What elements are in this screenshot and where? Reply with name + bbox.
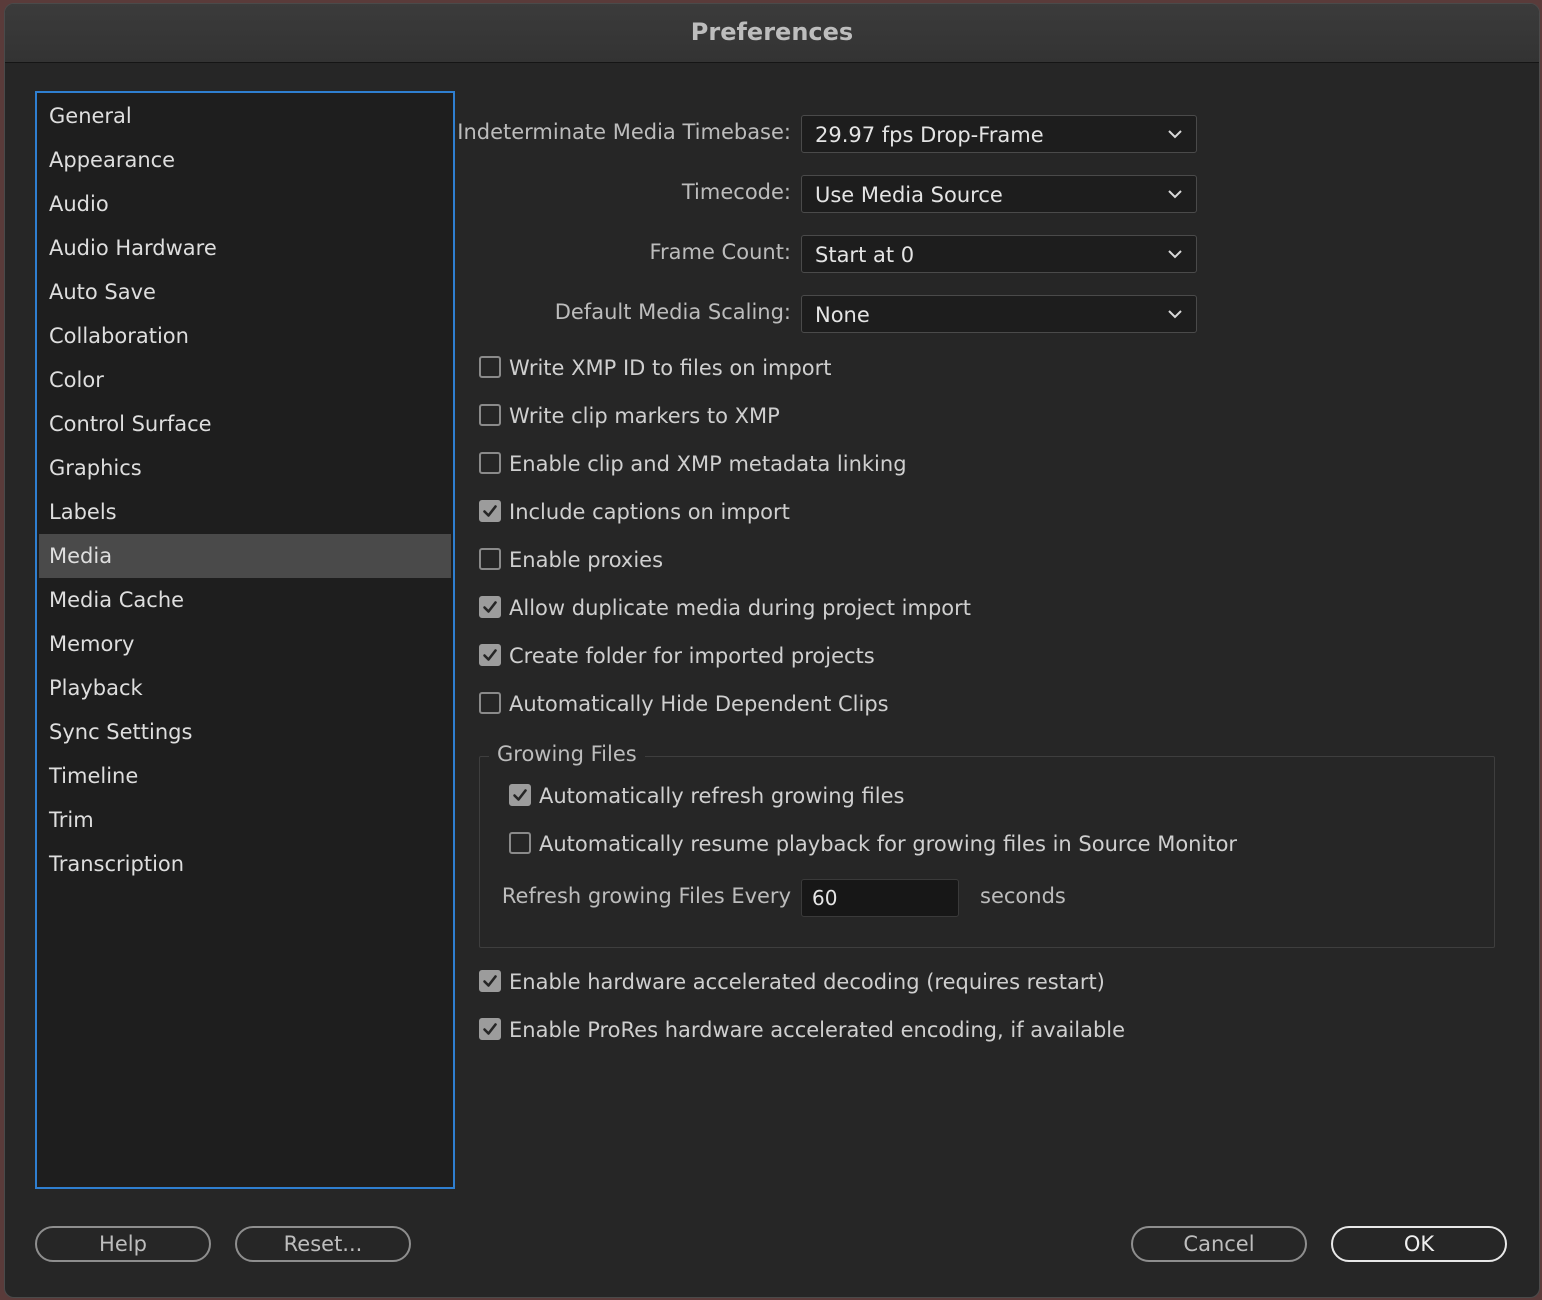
sidebar-list: General Appearance Audio Audio Hardware Auto… bbox=[37, 93, 453, 886]
option-label: Enable proxies bbox=[509, 548, 664, 572]
sidebar-item-general[interactable]: General bbox=[39, 94, 451, 138]
checkmark-icon bbox=[483, 1023, 497, 1035]
help-button[interactable]: Help bbox=[35, 1226, 211, 1262]
option-label: Write clip markers to XMP bbox=[509, 404, 780, 428]
option-label: Automatically Hide Dependent Clips bbox=[509, 692, 889, 716]
refresh-interval-input[interactable] bbox=[801, 879, 959, 917]
sidebar-item-transcription[interactable]: Transcription bbox=[39, 842, 451, 886]
checkmark-icon bbox=[483, 601, 497, 613]
timecode-label: Timecode: bbox=[681, 180, 791, 204]
option-prores-encoding[interactable]: Enable ProRes hardware accelerated encod… bbox=[479, 1015, 1125, 1045]
sidebar-item-graphics[interactable]: Graphics bbox=[39, 446, 451, 490]
sidebar-item-timeline[interactable]: Timeline bbox=[39, 754, 451, 798]
chevron-down-icon bbox=[1168, 310, 1182, 319]
sidebar-item-control-surface[interactable]: Control Surface bbox=[39, 402, 451, 446]
option-label: Enable clip and XMP metadata linking bbox=[509, 452, 907, 476]
option-label: Create folder for imported projects bbox=[509, 644, 875, 668]
sidebar-item-collaboration[interactable]: Collaboration bbox=[39, 314, 451, 358]
sidebar-item-appearance[interactable]: Appearance bbox=[39, 138, 451, 182]
checkbox[interactable] bbox=[479, 500, 501, 522]
option-label: Write XMP ID to files on import bbox=[509, 356, 832, 380]
option-hide-dependent[interactable]: Automatically Hide Dependent Clips bbox=[479, 689, 889, 719]
checkbox[interactable] bbox=[479, 548, 501, 570]
checkbox[interactable] bbox=[479, 644, 501, 666]
preferences-sidebar: General Appearance Audio Audio Hardware Auto… bbox=[35, 91, 455, 1189]
option-label: Include captions on import bbox=[509, 500, 790, 524]
checkbox[interactable] bbox=[479, 970, 501, 992]
option-hw-decoding[interactable]: Enable hardware accelerated decoding (re… bbox=[479, 967, 1105, 997]
frame-count-value: Start at 0 bbox=[815, 243, 915, 267]
growing-files-title: Growing Files bbox=[489, 742, 645, 766]
frame-count-label: Frame Count: bbox=[649, 240, 791, 264]
sidebar-item-trim[interactable]: Trim bbox=[39, 798, 451, 842]
reset-button[interactable]: Reset... bbox=[235, 1226, 411, 1262]
option-refresh-growing[interactable]: Automatically refresh growing files bbox=[509, 781, 904, 811]
sidebar-item-audio[interactable]: Audio bbox=[39, 182, 451, 226]
option-xmp-linking[interactable]: Enable clip and XMP metadata linking bbox=[479, 449, 907, 479]
checkbox[interactable] bbox=[479, 1018, 501, 1040]
frame-count-dropdown[interactable]: Start at 0 bbox=[801, 235, 1197, 273]
chevron-down-icon bbox=[1168, 250, 1182, 259]
sidebar-item-audio-hardware[interactable]: Audio Hardware bbox=[39, 226, 451, 270]
option-create-folder[interactable]: Create folder for imported projects bbox=[479, 641, 875, 671]
option-label: Enable hardware accelerated decoding (re… bbox=[509, 970, 1105, 994]
option-enable-proxies[interactable]: Enable proxies bbox=[479, 545, 663, 575]
checkbox[interactable] bbox=[509, 832, 531, 854]
checkmark-icon bbox=[483, 649, 497, 661]
sidebar-item-playback[interactable]: Playback bbox=[39, 666, 451, 710]
checkbox[interactable] bbox=[479, 452, 501, 474]
checkmark-icon bbox=[483, 975, 497, 987]
timebase-value: 29.97 fps Drop-Frame bbox=[815, 123, 1044, 147]
option-label: Allow duplicate media during project imp… bbox=[509, 596, 972, 620]
scaling-label: Default Media Scaling: bbox=[554, 300, 791, 324]
refresh-unit-label: seconds bbox=[980, 884, 1066, 908]
checkbox[interactable] bbox=[479, 356, 501, 378]
checkmark-icon bbox=[513, 789, 527, 801]
checkbox[interactable] bbox=[479, 596, 501, 618]
chevron-down-icon bbox=[1168, 130, 1182, 139]
chevron-down-icon bbox=[1168, 190, 1182, 199]
scaling-dropdown[interactable]: None bbox=[801, 295, 1197, 333]
option-label: Automatically resume playback for growin… bbox=[539, 832, 1238, 856]
option-allow-duplicate[interactable]: Allow duplicate media during project imp… bbox=[479, 593, 971, 623]
window-title: Preferences bbox=[5, 4, 1539, 63]
scaling-value: None bbox=[815, 303, 870, 327]
sidebar-item-labels[interactable]: Labels bbox=[39, 490, 451, 534]
sidebar-item-color[interactable]: Color bbox=[39, 358, 451, 402]
sidebar-item-memory[interactable]: Memory bbox=[39, 622, 451, 666]
option-label: Automatically refresh growing files bbox=[539, 784, 905, 808]
option-write-clip-markers[interactable]: Write clip markers to XMP bbox=[479, 401, 780, 431]
checkbox[interactable] bbox=[479, 404, 501, 426]
refresh-interval-label: Refresh growing Files Every bbox=[501, 884, 791, 908]
option-resume-playback[interactable]: Automatically resume playback for growin… bbox=[509, 829, 1237, 859]
option-label: Enable ProRes hardware accelerated encod… bbox=[509, 1018, 1126, 1042]
ok-button[interactable]: OK bbox=[1331, 1226, 1507, 1262]
option-write-xmp-id[interactable]: Write XMP ID to files on import bbox=[479, 353, 832, 383]
preferences-window: Preferences General Appearance Audio Audio … bbox=[4, 3, 1540, 1298]
checkbox[interactable] bbox=[479, 692, 501, 714]
timecode-dropdown[interactable]: Use Media Source bbox=[801, 175, 1197, 213]
sidebar-item-media[interactable]: Media bbox=[39, 534, 451, 578]
checkmark-icon bbox=[483, 505, 497, 517]
option-include-captions[interactable]: Include captions on import bbox=[479, 497, 790, 527]
timebase-label: Indeterminate Media Timebase: bbox=[457, 120, 791, 144]
cancel-button[interactable]: Cancel bbox=[1131, 1226, 1307, 1262]
sidebar-item-auto-save[interactable]: Auto Save bbox=[39, 270, 451, 314]
timecode-value: Use Media Source bbox=[815, 183, 1003, 207]
sidebar-item-media-cache[interactable]: Media Cache bbox=[39, 578, 451, 622]
timebase-dropdown[interactable]: 29.97 fps Drop-Frame bbox=[801, 115, 1197, 153]
sidebar-item-sync-settings[interactable]: Sync Settings bbox=[39, 710, 451, 754]
checkbox[interactable] bbox=[509, 784, 531, 806]
